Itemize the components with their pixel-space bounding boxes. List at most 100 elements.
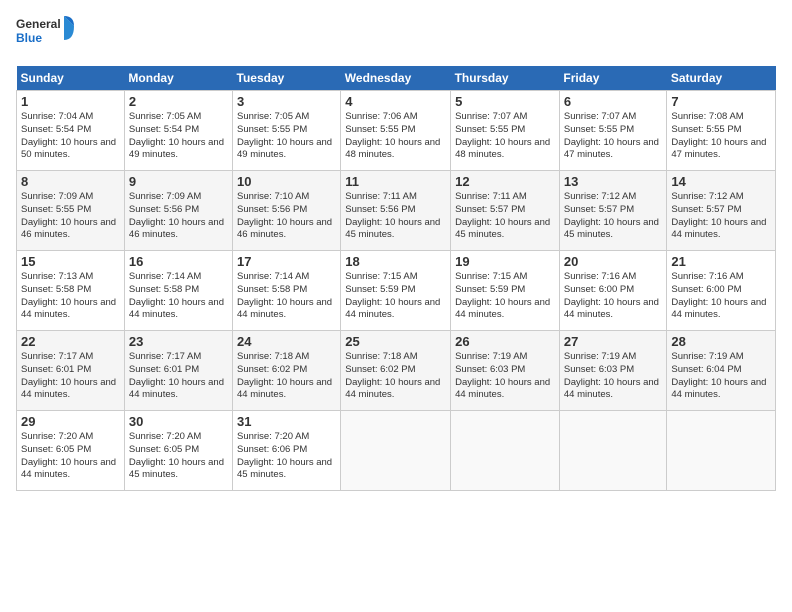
col-friday: Friday (559, 66, 666, 91)
day-info: Sunrise: 7:13 AMSunset: 5:58 PMDaylight:… (21, 271, 116, 320)
calendar-week-1: 1 Sunrise: 7:04 AMSunset: 5:54 PMDaylight… (17, 91, 776, 171)
day-number: 30 (129, 414, 228, 429)
day-info: Sunrise: 7:20 AMSunset: 6:05 PMDaylight:… (21, 431, 116, 480)
calendar-week-4: 22 Sunrise: 7:17 AMSunset: 6:01 PMDayligh… (17, 331, 776, 411)
day-number: 29 (21, 414, 120, 429)
day-info: Sunrise: 7:14 AMSunset: 5:58 PMDaylight:… (237, 271, 332, 320)
calendar-cell (667, 411, 776, 491)
day-number: 2 (129, 94, 228, 109)
day-number: 23 (129, 334, 228, 349)
calendar-cell: 1 Sunrise: 7:04 AMSunset: 5:54 PMDaylight… (17, 91, 125, 171)
calendar-cell: 7 Sunrise: 7:08 AMSunset: 5:55 PMDaylight… (667, 91, 776, 171)
calendar-cell: 27 Sunrise: 7:19 AMSunset: 6:03 PMDayligh… (559, 331, 666, 411)
calendar-cell: 10 Sunrise: 7:10 AMSunset: 5:56 PMDayligh… (233, 171, 341, 251)
day-number: 10 (237, 174, 336, 189)
day-info: Sunrise: 7:12 AMSunset: 5:57 PMDaylight:… (564, 191, 659, 240)
day-number: 12 (455, 174, 555, 189)
day-info: Sunrise: 7:11 AMSunset: 5:56 PMDaylight:… (345, 191, 440, 240)
day-number: 11 (345, 174, 446, 189)
calendar-cell: 9 Sunrise: 7:09 AMSunset: 5:56 PMDaylight… (124, 171, 232, 251)
calendar-cell: 24 Sunrise: 7:18 AMSunset: 6:02 PMDayligh… (233, 331, 341, 411)
day-info: Sunrise: 7:16 AMSunset: 6:00 PMDaylight:… (564, 271, 659, 320)
day-info: Sunrise: 7:10 AMSunset: 5:56 PMDaylight:… (237, 191, 332, 240)
svg-text:General: General (16, 17, 61, 31)
day-number: 24 (237, 334, 336, 349)
day-number: 25 (345, 334, 446, 349)
day-info: Sunrise: 7:20 AMSunset: 6:06 PMDaylight:… (237, 431, 332, 480)
calendar-cell: 26 Sunrise: 7:19 AMSunset: 6:03 PMDayligh… (451, 331, 560, 411)
col-monday: Monday (124, 66, 232, 91)
day-number: 18 (345, 254, 446, 269)
day-info: Sunrise: 7:14 AMSunset: 5:58 PMDaylight:… (129, 271, 224, 320)
page-container: General Blue Sunday Monday Tuesday Wedne… (0, 0, 792, 499)
day-number: 5 (455, 94, 555, 109)
logo-svg: General Blue (16, 12, 76, 56)
col-thursday: Thursday (451, 66, 560, 91)
day-info: Sunrise: 7:19 AMSunset: 6:03 PMDaylight:… (564, 351, 659, 400)
day-info: Sunrise: 7:15 AMSunset: 5:59 PMDaylight:… (345, 271, 440, 320)
day-info: Sunrise: 7:19 AMSunset: 6:03 PMDaylight:… (455, 351, 550, 400)
day-number: 15 (21, 254, 120, 269)
day-info: Sunrise: 7:09 AMSunset: 5:55 PMDaylight:… (21, 191, 116, 240)
day-info: Sunrise: 7:09 AMSunset: 5:56 PMDaylight:… (129, 191, 224, 240)
calendar-cell: 22 Sunrise: 7:17 AMSunset: 6:01 PMDayligh… (17, 331, 125, 411)
day-info: Sunrise: 7:04 AMSunset: 5:54 PMDaylight:… (21, 111, 116, 160)
day-number: 3 (237, 94, 336, 109)
calendar-cell: 13 Sunrise: 7:12 AMSunset: 5:57 PMDayligh… (559, 171, 666, 251)
calendar-cell: 28Sunrise: 7:19 AMSunset: 6:04 PMDayligh… (667, 331, 776, 411)
day-info: Sunrise: 7:17 AMSunset: 6:01 PMDaylight:… (129, 351, 224, 400)
logo: General Blue (16, 12, 76, 56)
day-info: Sunrise: 7:12 AMSunset: 5:57 PMDaylight:… (671, 191, 766, 240)
day-number: 31 (237, 414, 336, 429)
calendar-cell: 31 Sunrise: 7:20 AMSunset: 6:06 PMDayligh… (233, 411, 341, 491)
calendar-cell: 4Sunrise: 7:06 AMSunset: 5:55 PMDaylight… (341, 91, 451, 171)
calendar-cell: 3 Sunrise: 7:05 AMSunset: 5:55 PMDaylight… (233, 91, 341, 171)
day-number: 7 (671, 94, 771, 109)
day-number: 27 (564, 334, 662, 349)
day-info: Sunrise: 7:05 AMSunset: 5:55 PMDaylight:… (237, 111, 332, 160)
day-number: 21 (671, 254, 771, 269)
day-info: Sunrise: 7:07 AMSunset: 5:55 PMDaylight:… (455, 111, 550, 160)
day-number: 16 (129, 254, 228, 269)
calendar-table: Sunday Monday Tuesday Wednesday Thursday… (16, 66, 776, 491)
calendar-cell (451, 411, 560, 491)
day-info: Sunrise: 7:15 AMSunset: 5:59 PMDaylight:… (455, 271, 550, 320)
calendar-cell: 2Sunrise: 7:05 AMSunset: 5:54 PMDaylight… (124, 91, 232, 171)
col-saturday: Saturday (667, 66, 776, 91)
day-info: Sunrise: 7:18 AMSunset: 6:02 PMDaylight:… (345, 351, 440, 400)
day-info: Sunrise: 7:20 AMSunset: 6:05 PMDaylight:… (129, 431, 224, 480)
day-number: 26 (455, 334, 555, 349)
day-info: Sunrise: 7:11 AMSunset: 5:57 PMDaylight:… (455, 191, 550, 240)
col-wednesday: Wednesday (341, 66, 451, 91)
day-number: 13 (564, 174, 662, 189)
page-header: General Blue (16, 12, 776, 56)
calendar-cell: 21 Sunrise: 7:16 AMSunset: 6:00 PMDayligh… (667, 251, 776, 331)
calendar-cell: 23 Sunrise: 7:17 AMSunset: 6:01 PMDayligh… (124, 331, 232, 411)
day-info: Sunrise: 7:07 AMSunset: 5:55 PMDaylight:… (564, 111, 659, 160)
calendar-cell: 12 Sunrise: 7:11 AMSunset: 5:57 PMDayligh… (451, 171, 560, 251)
header-row: Sunday Monday Tuesday Wednesday Thursday… (17, 66, 776, 91)
day-info: Sunrise: 7:17 AMSunset: 6:01 PMDaylight:… (21, 351, 116, 400)
calendar-cell: 25 Sunrise: 7:18 AMSunset: 6:02 PMDayligh… (341, 331, 451, 411)
calendar-cell: 6 Sunrise: 7:07 AMSunset: 5:55 PMDaylight… (559, 91, 666, 171)
calendar-cell: 20Sunrise: 7:16 AMSunset: 6:00 PMDayligh… (559, 251, 666, 331)
day-number: 22 (21, 334, 120, 349)
calendar-cell: 15 Sunrise: 7:13 AMSunset: 5:58 PMDayligh… (17, 251, 125, 331)
day-number: 9 (129, 174, 228, 189)
day-number: 17 (237, 254, 336, 269)
calendar-cell: 18 Sunrise: 7:15 AMSunset: 5:59 PMDayligh… (341, 251, 451, 331)
calendar-cell (341, 411, 451, 491)
day-number: 1 (21, 94, 120, 109)
day-info: Sunrise: 7:08 AMSunset: 5:55 PMDaylight:… (671, 111, 766, 160)
day-number: 28 (671, 334, 771, 349)
day-number: 6 (564, 94, 662, 109)
day-info: Sunrise: 7:16 AMSunset: 6:00 PMDaylight:… (671, 271, 766, 320)
calendar-cell: 11 Sunrise: 7:11 AMSunset: 5:56 PMDayligh… (341, 171, 451, 251)
calendar-cell (559, 411, 666, 491)
calendar-cell: 29 Sunrise: 7:20 AMSunset: 6:05 PMDayligh… (17, 411, 125, 491)
calendar-cell: 30 Sunrise: 7:20 AMSunset: 6:05 PMDayligh… (124, 411, 232, 491)
day-number: 8 (21, 174, 120, 189)
calendar-cell: 16 Sunrise: 7:14 AMSunset: 5:58 PMDayligh… (124, 251, 232, 331)
calendar-body: 1 Sunrise: 7:04 AMSunset: 5:54 PMDaylight… (17, 91, 776, 491)
day-info: Sunrise: 7:18 AMSunset: 6:02 PMDaylight:… (237, 351, 332, 400)
